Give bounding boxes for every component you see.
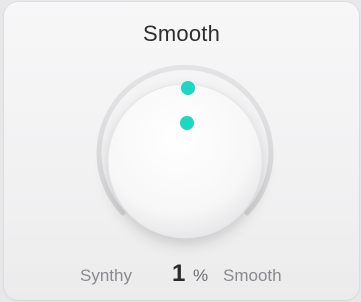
- knob-dial[interactable]: [107, 83, 263, 239]
- smooth-knob-panel: Smooth Synthy 1 % Smooth: [4, 2, 359, 300]
- left-range-label: Synthy: [80, 266, 132, 285]
- knob-value[interactable]: 1: [172, 261, 185, 287]
- smooth-knob-graphic: [96, 64, 274, 239]
- right-range-label: Smooth: [223, 266, 282, 285]
- knob-indicator-dot: [180, 116, 194, 130]
- knob-level-marker: [181, 81, 195, 95]
- knob-value-unit: %: [193, 266, 209, 285]
